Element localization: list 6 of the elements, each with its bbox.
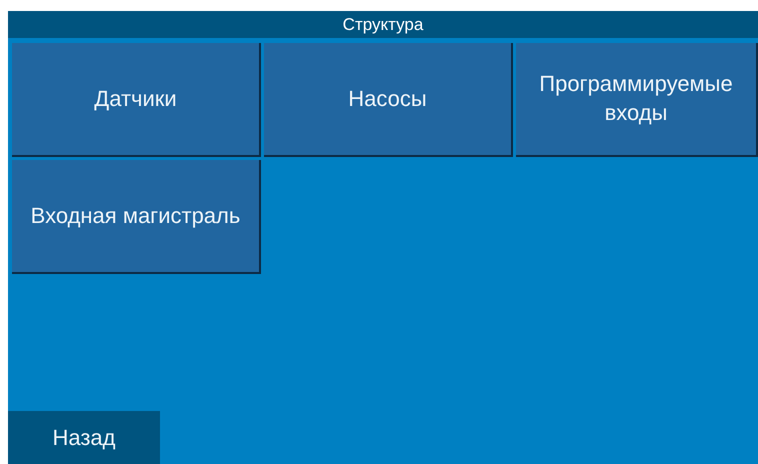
menu-button[interactable]: Программируемые входы xyxy=(516,43,758,157)
menu-button[interactable]: Датчики xyxy=(12,43,261,157)
window-title: Структура xyxy=(342,14,424,34)
menu-button[interactable]: Входная магистраль xyxy=(12,160,261,274)
back-button[interactable]: Назад xyxy=(8,411,160,464)
menu-button[interactable]: Насосы xyxy=(264,43,513,157)
